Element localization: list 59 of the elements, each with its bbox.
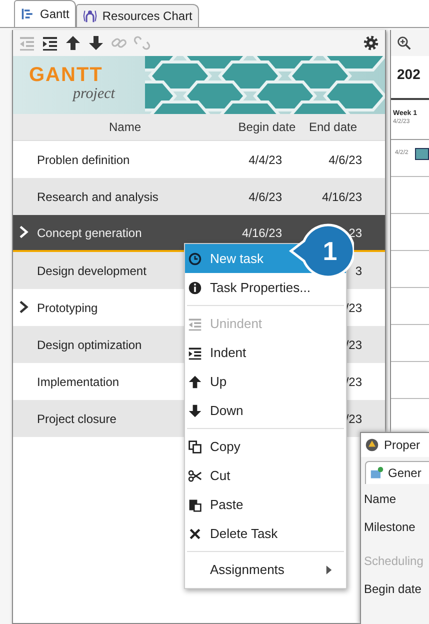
- table-cell-text: 4/16/23: [320, 190, 362, 204]
- table-cell[interactable]: Prototyping: [37, 300, 98, 314]
- indent-icon[interactable]: [42, 35, 58, 51]
- expand-chevron-icon[interactable]: [17, 300, 31, 316]
- copy-icon: [188, 440, 202, 454]
- table-cell[interactable]: Design development: [37, 264, 146, 278]
- column-header[interactable]: Name: [13, 120, 237, 134]
- menu-item[interactable]: Copy: [185, 432, 346, 461]
- year-label: 202: [391, 56, 429, 100]
- table-cell[interactable]: Problen definition: [37, 152, 130, 166]
- logo-title: GANTT: [29, 64, 104, 86]
- up-arrow-icon[interactable]: [65, 35, 81, 51]
- menu-item[interactable]: Paste: [185, 490, 346, 519]
- menu-item[interactable]: Task Properties...: [185, 273, 346, 302]
- unindent-icon: [188, 316, 202, 330]
- tab[interactable]: Gantt: [14, 0, 76, 27]
- table-cell[interactable]: Design optimization: [37, 338, 142, 352]
- tab[interactable]: Resources Chart: [76, 4, 200, 27]
- indent-icon: [188, 346, 202, 360]
- menu-item[interactable]: Up: [185, 367, 346, 396]
- up-arrow-icon: [188, 374, 202, 388]
- menu-item[interactable]: Cut: [185, 461, 346, 490]
- dialog-title: Proper: [384, 438, 420, 452]
- info-icon: [188, 280, 202, 294]
- paste-icon: [188, 498, 202, 512]
- column-header[interactable]: Begin date: [237, 120, 297, 134]
- down-arrow-icon[interactable]: [88, 35, 104, 51]
- down-arrow-icon: [188, 404, 202, 418]
- gear-icon[interactable]: [363, 35, 379, 51]
- cross-icon: [188, 526, 202, 540]
- field-label: Begin date: [363, 581, 422, 598]
- dialog-app-icon: [365, 438, 379, 452]
- zoom-in-icon[interactable]: [397, 36, 411, 50]
- menu-item[interactable]: Down: [185, 396, 346, 425]
- scissors-icon: [188, 468, 202, 482]
- field-label: Milestone: [363, 519, 416, 536]
- column-header[interactable]: End date: [297, 120, 369, 134]
- dialog-tab[interactable]: Gener: [365, 461, 429, 484]
- gantt-icon: [21, 7, 35, 21]
- table-cell[interactable]: Concept generation: [37, 226, 142, 240]
- table-cell[interactable]: Project closure: [37, 412, 116, 426]
- menu-item[interactable]: Delete Task: [185, 519, 346, 548]
- picture-pin-icon: [370, 466, 384, 480]
- section-label: Scheduling: [363, 553, 424, 570]
- people-icon: [83, 9, 98, 23]
- table-cell-text: 3: [354, 264, 362, 278]
- logo-subtitle: project: [73, 86, 115, 102]
- menu-item[interactable]: Assignments: [185, 555, 346, 584]
- table-cell[interactable]: Research and analysis: [37, 190, 158, 204]
- table-cell-text: 4/6/23: [328, 152, 362, 166]
- menu-item[interactable]: Indent: [185, 338, 346, 367]
- table-cell[interactable]: Implementation: [37, 374, 120, 388]
- table-cell-text: 4/16/23: [240, 226, 282, 240]
- field-label: Name: [363, 491, 398, 508]
- task-bar[interactable]: [415, 148, 429, 160]
- clock-icon: [188, 252, 202, 266]
- table-cell-text: 4/4/23: [248, 152, 282, 166]
- table-cell-text: 4/6/23: [248, 190, 282, 204]
- expand-chevron-icon[interactable]: [17, 224, 31, 240]
